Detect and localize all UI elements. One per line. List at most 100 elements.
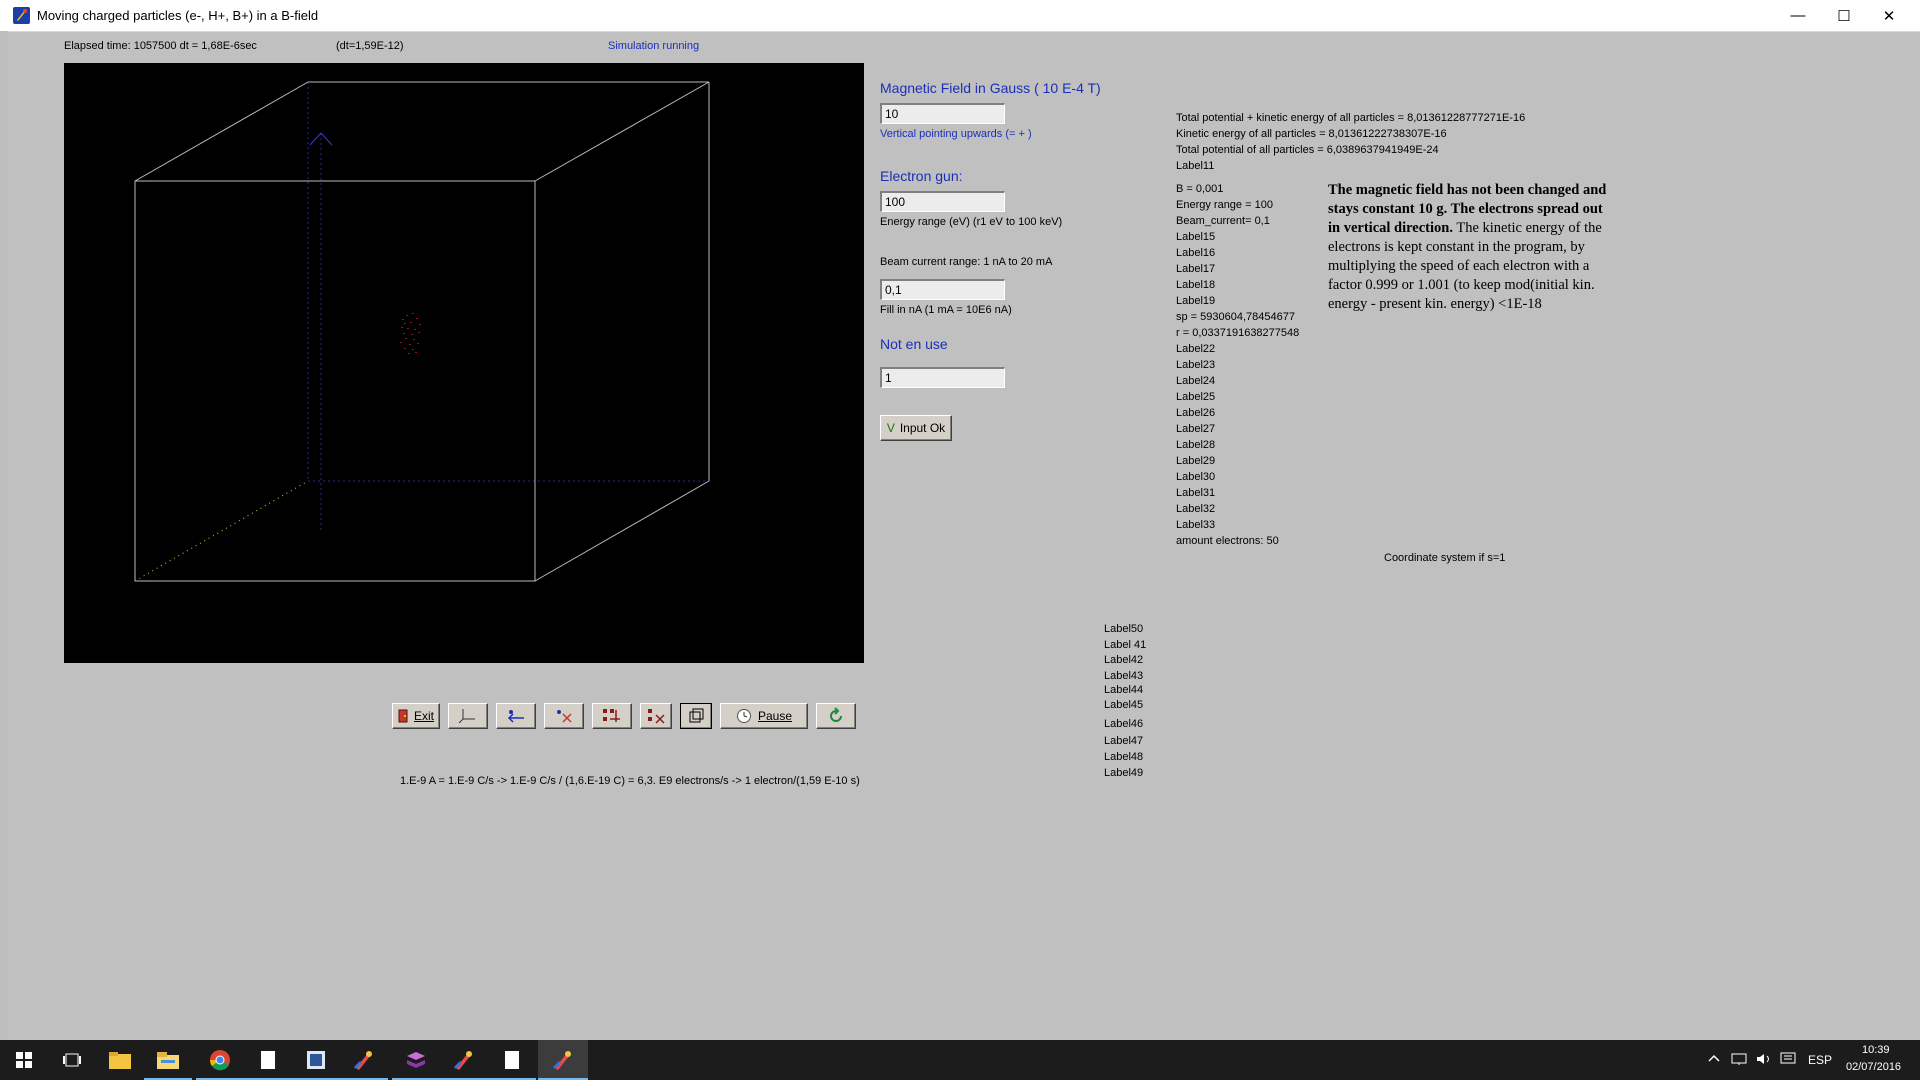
coordinate-system-note: Coordinate system if s=1 [1384,552,1506,564]
readout-label: Label28 [1176,439,1216,451]
window-left-edge [0,31,8,1040]
status-label: Label50 [1104,623,1144,635]
axes-button[interactable] [448,703,488,729]
maximize-button[interactable]: ☐ [1821,0,1867,31]
exit-door-icon [398,709,408,723]
status-label: Label46 [1104,718,1144,730]
taskbar: ESP 10:39 02/07/2016 [0,1040,1920,1080]
taskbar-folder-app[interactable] [96,1040,144,1080]
add-electron-button[interactable] [496,703,536,729]
task-view-button[interactable] [48,1040,96,1080]
pause-button[interactable]: Pause [720,703,808,729]
kinetic-energy-label: Kinetic energy of all particles = 8,0136… [1176,128,1447,140]
document-icon [261,1051,275,1069]
status-label: Label42 [1104,654,1144,666]
status-label: Label48 [1104,751,1144,763]
status-label: Label47 [1104,735,1144,747]
exit-button[interactable]: Exit [392,703,440,729]
formula-text: 1.E-9 A = 1.E-9 C/s -> 1.E-9 C/s / (1,6.… [400,775,860,787]
readout-label: Label23 [1176,359,1216,371]
show-hidden-icons-chevron-icon[interactable] [1708,1052,1720,1066]
folder-star-icon [109,1052,131,1069]
volume-icon[interactable] [1755,1052,1773,1069]
readout-label: Beam_current= 0,1 [1176,215,1270,227]
status-label: Label49 [1104,767,1144,779]
taskbar-simulation-app[interactable] [538,1040,588,1080]
beam-current-input[interactable]: 0,1 [880,279,1005,300]
taskbar-word[interactable] [292,1040,340,1080]
readout-label: Label29 [1176,455,1216,467]
xyz-axes-icon [458,709,475,724]
electron-remove-icon [557,710,572,723]
readout-label: Label19 [1176,295,1216,307]
readout-label: Label33 [1176,519,1216,531]
start-button[interactable] [0,1040,48,1080]
elapsed-time-label: Elapsed time: 1057500 dt = 1,68E-6sec [64,40,257,52]
readout-label: Label17 [1176,263,1216,275]
delphi-icon [353,1051,372,1070]
not-in-use-heading: Not en use [880,336,948,352]
view-toggle-button[interactable] [680,703,712,729]
taskbar-delphi-1[interactable] [340,1040,388,1080]
refresh-icon [830,707,842,722]
word-document-icon [307,1051,325,1069]
close-button[interactable]: ✕ [1866,0,1912,31]
app-icon [13,7,30,24]
readout-label: Label32 [1176,503,1216,515]
document-icon [505,1051,519,1069]
check-icon: V [886,421,895,435]
simulation-canvas[interactable] [64,63,864,663]
magnetic-field-input[interactable]: 10 [880,103,1005,124]
ion-add-icon [603,709,620,722]
explanation-note: The magnetic field has not been changed … [1328,181,1608,314]
readout-label: Label18 [1176,279,1216,291]
taskbar-document-2[interactable] [488,1040,536,1080]
delphi-icon [552,1051,571,1070]
label-11: Label11 [1176,160,1215,172]
status-label: Label43 [1104,670,1144,682]
not-in-use-input[interactable]: 1 [880,367,1005,388]
input-ok-button[interactable]: V Input Ok [880,415,952,441]
clock-icon [736,709,751,723]
windows-logo-icon [16,1052,32,1068]
cube-drawing [134,81,710,582]
readout-label: B = 0,001 [1176,183,1224,195]
electron-arrow-icon [507,710,524,723]
notifications-icon[interactable] [1780,1052,1796,1069]
electron-gun-input[interactable]: 100 [880,191,1005,212]
readout-label: Label24 [1176,375,1216,387]
readout-label: Label22 [1176,343,1216,355]
delphi-icon [453,1051,472,1070]
readout-label: r = 0,0337191638277548 [1176,327,1300,339]
status-label: Label45 [1104,699,1144,711]
add-ions-button[interactable] [592,703,632,729]
remove-ions-button[interactable] [640,703,672,729]
readout-label: Label15 [1176,231,1216,243]
cube-view-icon [689,708,704,723]
clock-date[interactable]: 02/07/2016 [1846,1061,1901,1073]
network-icon[interactable] [1730,1052,1748,1069]
fill-in-hint: Fill in nA (1 mA = 10E6 nA) [880,304,1012,316]
minimize-button[interactable]: — [1775,0,1821,31]
remove-electrons-button[interactable] [544,703,584,729]
magnetic-field-heading: Magnetic Field in Gauss ( 10 E-4 T) [880,80,1101,96]
total-energy-label: Total potential + kinetic energy of all … [1176,112,1526,124]
taskbar-document[interactable] [244,1040,292,1080]
ion-remove-icon [648,709,665,724]
clock-time[interactable]: 10:39 [1862,1044,1890,1056]
input-language[interactable]: ESP [1808,1053,1832,1067]
taskbar-chrome[interactable] [196,1040,244,1080]
taskbar-book-app[interactable] [392,1040,440,1080]
exit-label: Exit [413,709,434,723]
readout-label: amount electrons: 50 [1176,535,1279,547]
window-title: Moving charged particles (e-, H+, B+) in… [37,8,319,23]
input-ok-label: Input Ok [899,421,946,435]
taskbar-delphi-2[interactable] [440,1040,488,1080]
readout-label: Label27 [1176,423,1216,435]
file-explorer-icon [157,1052,179,1069]
reset-button[interactable] [816,703,856,729]
taskbar-file-explorer[interactable] [144,1040,192,1080]
energy-range-label: Energy range (eV) (r1 eV to 100 keV) [880,216,1063,228]
magnetic-field-hint: Vertical pointing upwards (= + ) [880,128,1032,140]
readout-label: Label16 [1176,247,1216,259]
